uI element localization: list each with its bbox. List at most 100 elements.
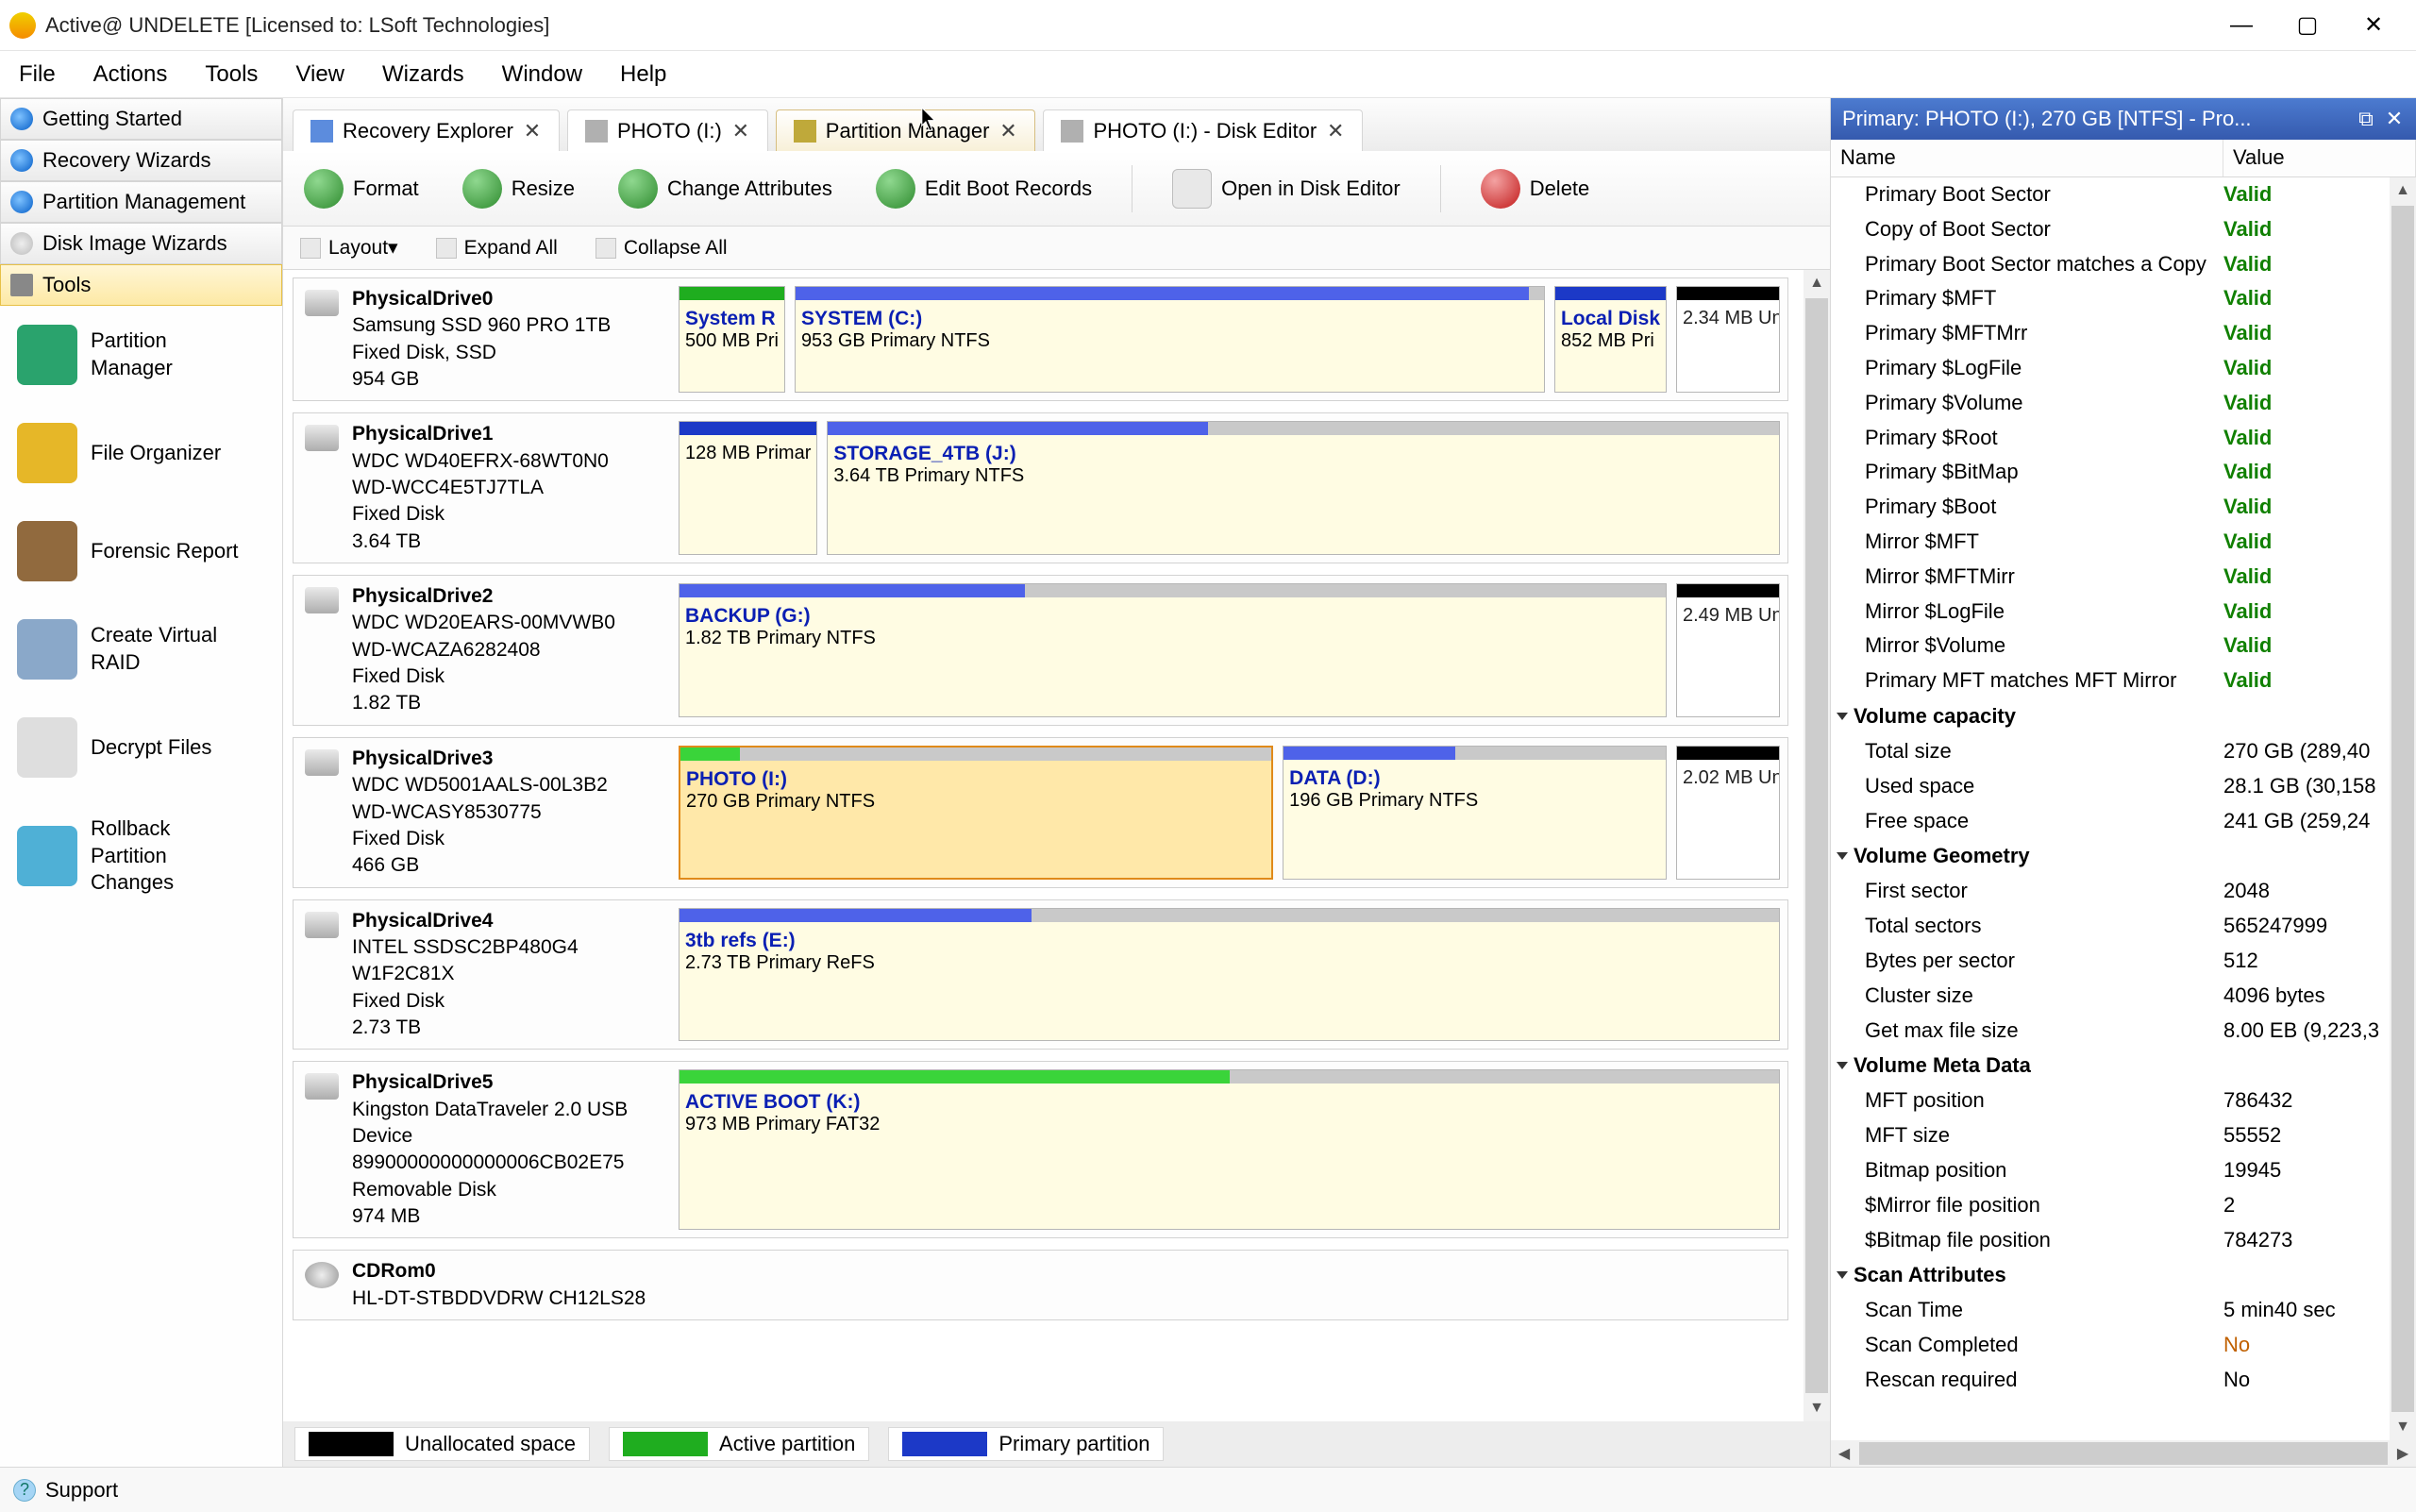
toolbar-format-button[interactable]: Format [294, 165, 428, 212]
subbar-collapse-all-button[interactable]: Collapse All [590, 235, 733, 261]
menu-view[interactable]: View [295, 61, 344, 88]
scroll-down-arrow-icon[interactable]: ▼ [1804, 1395, 1830, 1421]
close-button[interactable]: ✕ [2340, 7, 2407, 44]
partition-body: Local Disk852 MB Pri [1555, 300, 1666, 392]
minimize-button[interactable]: — [2208, 7, 2274, 44]
prop-value: Valid [2223, 597, 2272, 627]
partition-storage-4tb-j-[interactable]: STORAGE_4TB (J:)3.64 TB Primary NTFS [827, 421, 1780, 555]
partition-data-d-[interactable]: DATA (D:)196 GB Primary NTFS [1283, 746, 1667, 880]
sidebar-item-getting-started[interactable]: Getting Started [0, 98, 282, 140]
tab-close-icon[interactable]: ✕ [731, 119, 750, 143]
sidebar-item-tools[interactable]: Tools [0, 264, 282, 306]
tool-decrypt-files[interactable]: Decrypt Files [8, 717, 275, 778]
scrollbar-thumb[interactable] [2391, 206, 2414, 1412]
partition-unallocated[interactable]: 2.49 MB Unallc [1676, 583, 1780, 717]
partition-3tb-refs-e-[interactable]: 3tb refs (E:)2.73 TB Primary ReFS [679, 908, 1780, 1042]
prop-section-header[interactable]: Volume Meta Data [1831, 1048, 2390, 1084]
toolbar-open-in-disk-editor-button[interactable]: Open in Disk Editor [1163, 165, 1410, 212]
tab-photo-i-disk-editor[interactable]: PHOTO (I:) - Disk Editor✕ [1043, 109, 1363, 151]
menu-window[interactable]: Window [502, 61, 582, 88]
menu-bar: File Actions Tools View Wizards Window Help [0, 51, 2416, 98]
toolbar-resize-button[interactable]: Resize [453, 165, 584, 212]
toolbar-delete-button[interactable]: Delete [1471, 165, 1600, 212]
prop-section-title: Scan Attributes [1854, 1263, 2006, 1287]
partition-system-c-[interactable]: SYSTEM (C:)953 GB Primary NTFS [795, 286, 1545, 393]
tab-photo-i-[interactable]: PHOTO (I:)✕ [567, 109, 768, 151]
disk-icon [305, 425, 339, 451]
sidebar-item-disk-image-wizards[interactable]: Disk Image Wizards [0, 223, 282, 264]
globe-icon [10, 108, 33, 130]
menu-wizards[interactable]: Wizards [382, 61, 464, 88]
scroll-up-arrow-icon[interactable]: ▲ [1804, 270, 1830, 296]
scroll-right-arrow-icon[interactable]: ▶ [2390, 1440, 2416, 1467]
prop-value: 784273 [2223, 1226, 2292, 1255]
tool-icon [17, 619, 77, 680]
tab-close-icon[interactable]: ✕ [523, 119, 542, 143]
tool-icon [17, 826, 77, 886]
tool-forensic-report[interactable]: Forensic Report [8, 521, 275, 581]
partition-unallocated[interactable]: 2.34 MB Un [1676, 286, 1780, 393]
subbar-layout--button[interactable]: Layout▾ [294, 234, 404, 261]
tool-file-organizer[interactable]: File Organizer [8, 423, 275, 483]
partition-active-boot-k-[interactable]: ACTIVE BOOT (K:)973 MB Primary FAT32 [679, 1069, 1780, 1230]
tool-label: Create Virtual RAID [91, 622, 251, 676]
scroll-left-arrow-icon[interactable]: ◀ [1831, 1440, 1857, 1467]
partition-photo-i-[interactable]: PHOTO (I:)270 GB Primary NTFS [679, 746, 1273, 880]
tool-partition-manager[interactable]: Partition Manager [8, 325, 275, 385]
partition-[interactable]: 128 MB Primar [679, 421, 817, 555]
scrollbar-thumb[interactable] [1859, 1442, 2388, 1465]
menu-file[interactable]: File [19, 61, 56, 88]
tab-partition-manager[interactable]: Partition Manager✕ [776, 109, 1036, 151]
partition-usage-bar [680, 287, 784, 300]
properties-horizontal-scrollbar[interactable]: ◀ ▶ [1831, 1440, 2416, 1467]
prop-row: Rescan requiredNo [1831, 1363, 2390, 1398]
prop-name: MFT size [1865, 1121, 2223, 1151]
menu-actions[interactable]: Actions [93, 61, 168, 88]
drive-row-physicaldrive1: PhysicalDrive1WDC WD40EFRX-68WT0N0WD-WCC… [293, 412, 1788, 563]
maximize-button[interactable]: ▢ [2274, 7, 2340, 44]
prop-row: Cluster size4096 bytes [1831, 979, 2390, 1014]
prop-name: Mirror $MFTMirr [1865, 563, 2223, 592]
subbar-label: Collapse All [624, 237, 728, 260]
tool-create-virtual-raid[interactable]: Create Virtual RAID [8, 619, 275, 680]
prop-section-header[interactable]: Scan Attributes [1831, 1257, 2390, 1293]
prop-name: MFT position [1865, 1086, 2223, 1116]
partition-backup-g-[interactable]: BACKUP (G:)1.82 TB Primary NTFS [679, 583, 1667, 717]
tool-label: Forensic Report [91, 538, 239, 565]
prop-section-header[interactable]: Volume capacity [1831, 698, 2390, 734]
toolbar-edit-boot-records-button[interactable]: Edit Boot Records [866, 165, 1101, 212]
tool-icon [17, 717, 77, 778]
tab-icon [794, 120, 816, 143]
menu-help[interactable]: Help [620, 61, 666, 88]
sidebar-item-recovery-wizards[interactable]: Recovery Wizards [0, 140, 282, 181]
panel-close-icon[interactable]: ✕ [2384, 107, 2405, 131]
scrollbar-thumb[interactable] [1805, 298, 1828, 1393]
prop-name: Scan Completed [1865, 1331, 2223, 1360]
subbar-expand-all-button[interactable]: Expand All [430, 235, 563, 261]
prop-name: Primary $BitMap [1865, 458, 2223, 487]
toolbar-change-attributes-button[interactable]: Change Attributes [609, 165, 842, 212]
partition-unallocated[interactable]: 2.02 MB Unallo [1676, 746, 1780, 880]
prop-row: Mirror $MFTValid [1831, 525, 2390, 560]
tab-close-icon[interactable]: ✕ [998, 119, 1017, 143]
prop-section-header[interactable]: Volume Geometry [1831, 838, 2390, 874]
prop-row: Primary $RootValid [1831, 421, 2390, 456]
toolbar-separator [1440, 165, 1441, 212]
scroll-down-arrow-icon[interactable]: ▼ [2390, 1414, 2416, 1440]
disk-icon [305, 290, 339, 316]
scroll-up-arrow-icon[interactable]: ▲ [2390, 177, 2416, 204]
partition-system-r[interactable]: System R500 MB Pri [679, 286, 785, 393]
tool-icon [17, 521, 77, 581]
partition-local-disk[interactable]: Local Disk852 MB Pri [1554, 286, 1667, 393]
tab-close-icon[interactable]: ✕ [1326, 119, 1345, 143]
panel-pin-icon[interactable]: ⧉ [2356, 107, 2376, 131]
status-text[interactable]: Support [45, 1478, 118, 1503]
menu-tools[interactable]: Tools [205, 61, 258, 88]
prop-row: Primary $MFTValid [1831, 281, 2390, 316]
sidebar-item-partition-management[interactable]: Partition Management [0, 181, 282, 223]
tool-rollback-partition-changes[interactable]: Rollback Partition Changes [8, 815, 275, 897]
properties-vertical-scrollbar[interactable]: ▲ ▼ [2390, 177, 2416, 1440]
drive-vertical-scrollbar[interactable]: ▲ ▼ [1804, 270, 1830, 1421]
tab-recovery-explorer[interactable]: Recovery Explorer✕ [293, 109, 560, 151]
legend-label: Unallocated space [405, 1432, 576, 1456]
